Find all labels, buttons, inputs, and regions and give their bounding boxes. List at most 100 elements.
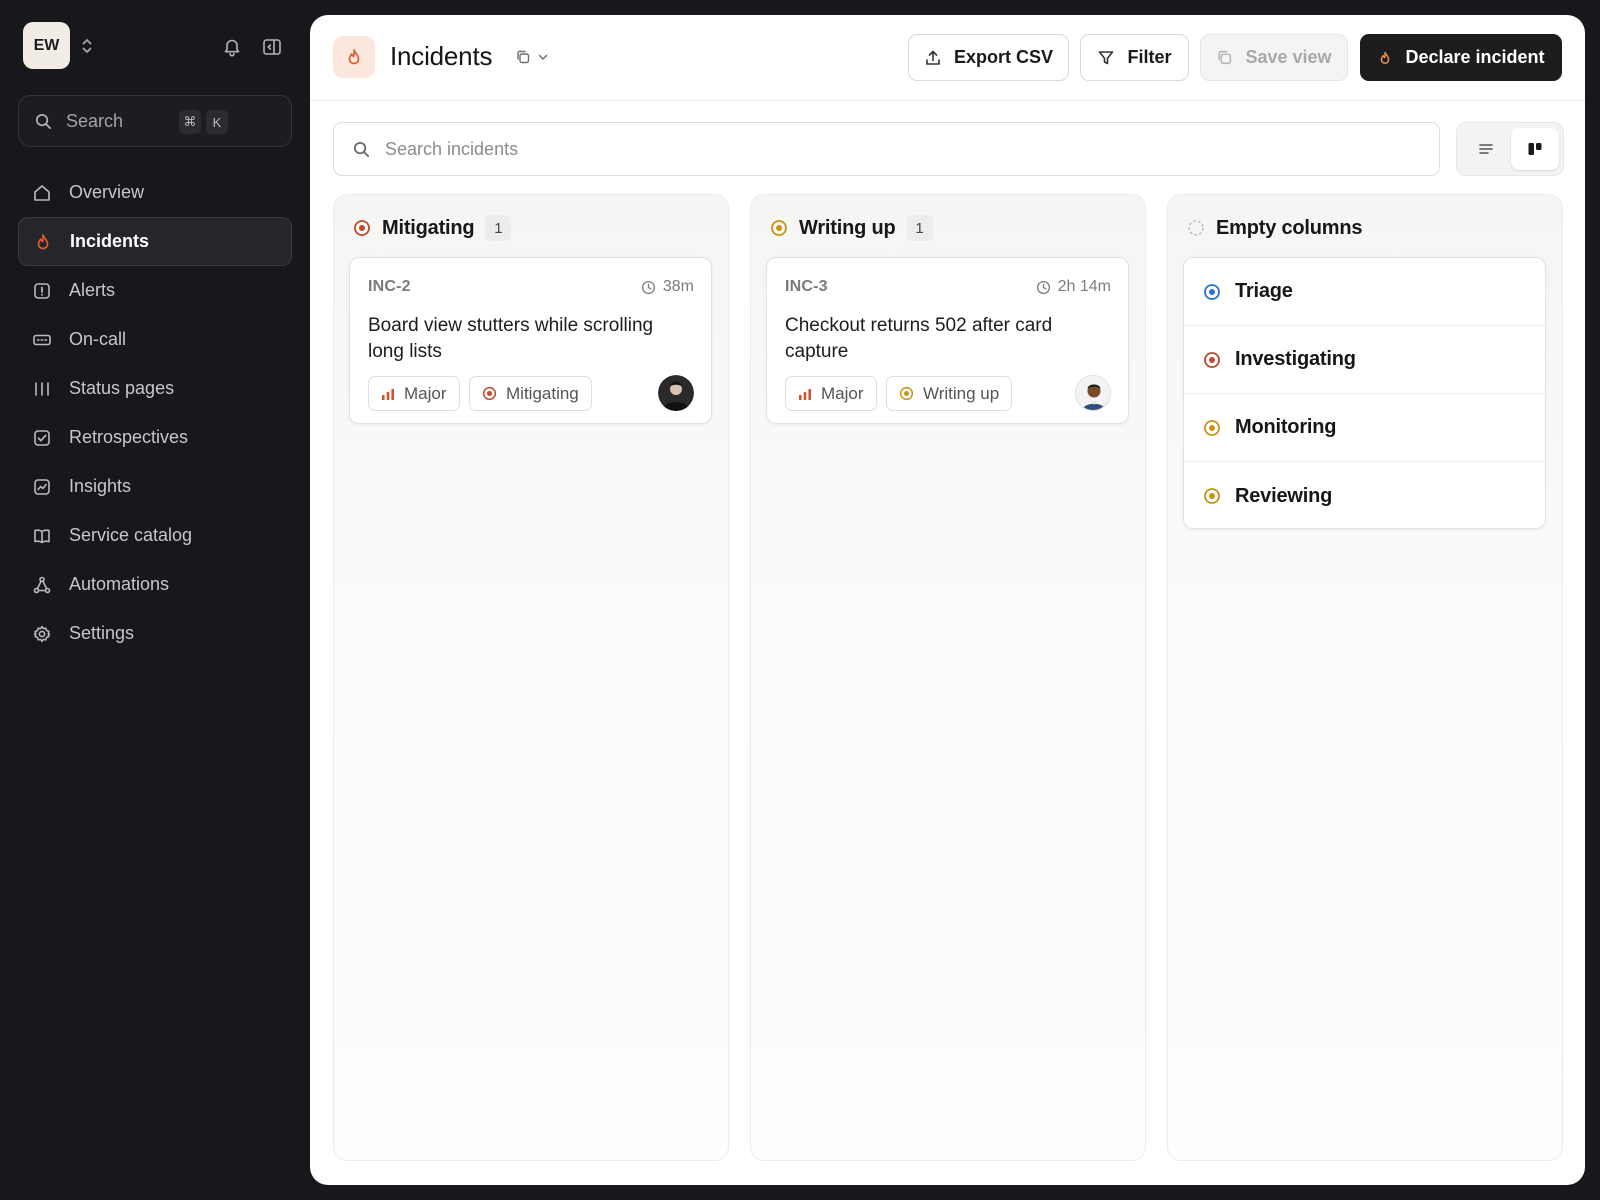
sidebar-item-label: Automations xyxy=(69,574,170,594)
list-icon xyxy=(1477,140,1495,158)
sidebar-item-label: On-call xyxy=(69,329,127,349)
sidebar-item-label: Incidents xyxy=(70,231,150,251)
sidebar-item-service-catalog[interactable]: Service catalog xyxy=(18,511,292,560)
status-badge[interactable]: Mitigating xyxy=(469,376,592,411)
sidebar-item-label: Settings xyxy=(69,623,135,643)
pager-icon xyxy=(32,330,52,350)
duration-text: 38m xyxy=(662,278,694,295)
flame-icon xyxy=(33,232,53,252)
sidebar-item-label: Status pages xyxy=(69,378,175,398)
empty-column-monitoring[interactable]: Monitoring xyxy=(1184,394,1545,462)
column-count: 1 xyxy=(906,215,933,241)
incident-card[interactable]: INC-2 38m Board view stutters while scro… xyxy=(349,257,712,424)
column-header: Empty columns xyxy=(1187,215,1363,241)
incident-duration: 38m xyxy=(641,278,694,296)
assignee-avatar[interactable] xyxy=(1075,375,1111,411)
sidebar-item-automations[interactable]: Automations xyxy=(18,560,292,609)
status-label: Mitigating xyxy=(506,383,579,403)
chart-icon xyxy=(32,477,52,497)
shortcut-mod-key: ⌘ xyxy=(179,110,201,134)
assignee-avatar[interactable] xyxy=(658,375,694,411)
sidebar-item-label: Alerts xyxy=(69,280,116,300)
copy-icon xyxy=(1216,49,1233,66)
status-monitoring-icon xyxy=(1203,419,1221,437)
dashed-circle-icon xyxy=(1187,219,1205,237)
gear-icon xyxy=(32,624,52,644)
sidebar-item-label: Service catalog xyxy=(69,525,193,545)
page-header: Incidents Export CSV Filter Save view De… xyxy=(310,15,1585,101)
declare-incident-button[interactable]: Declare incident xyxy=(1360,34,1562,81)
status-badge[interactable]: Writing up xyxy=(886,376,1013,411)
copy-icon xyxy=(515,49,531,65)
save-view-label: Save view xyxy=(1245,47,1332,67)
home-icon xyxy=(32,183,52,203)
board-column-mitigating: Mitigating 1 INC-2 38m Board view stutte… xyxy=(333,194,729,1161)
sidebar-item-status-pages[interactable]: Status pages xyxy=(18,364,292,413)
empty-columns-list: Triage Investigating Monitoring Reviewin… xyxy=(1183,257,1546,529)
sidebar-item-insights[interactable]: Insights xyxy=(18,462,292,511)
status-bars-icon xyxy=(32,379,52,399)
sidebar-item-label: Overview xyxy=(69,182,145,202)
incident-card[interactable]: INC-3 2h 14m Checkout returns 502 after … xyxy=(766,257,1129,424)
sidebar-item-settings[interactable]: Settings xyxy=(18,609,292,658)
severity-badge[interactable]: Major xyxy=(785,376,877,411)
checkbox-icon xyxy=(32,428,52,448)
flame-icon xyxy=(1377,50,1393,66)
status-writing-up-icon xyxy=(770,219,788,237)
search-icon xyxy=(352,140,371,159)
status-mitigating-icon xyxy=(353,219,371,237)
book-icon xyxy=(32,526,52,546)
upload-icon xyxy=(924,49,942,67)
empty-column-triage[interactable]: Triage xyxy=(1184,258,1545,326)
search-incidents-field[interactable] xyxy=(333,122,1440,176)
sidebar-search[interactable]: Search ⌘ K xyxy=(18,95,292,147)
bell-icon[interactable] xyxy=(222,37,242,57)
flame-icon xyxy=(333,36,375,78)
incident-title: Checkout returns 502 after card capture xyxy=(785,315,1053,362)
export-csv-button[interactable]: Export CSV xyxy=(908,34,1069,81)
list-view-button[interactable] xyxy=(1462,128,1510,170)
shortcut-k-key: K xyxy=(206,110,228,134)
sidebar-collapse-icon[interactable] xyxy=(262,37,282,57)
status-writing-up-icon xyxy=(899,386,914,401)
filter-button[interactable]: Filter xyxy=(1080,34,1189,81)
column-title: Writing up xyxy=(799,216,896,239)
column-header: Writing up 1 xyxy=(770,215,933,241)
search-icon xyxy=(34,112,53,131)
board-view-button[interactable] xyxy=(1511,128,1559,170)
declare-incident-label: Declare incident xyxy=(1405,47,1545,67)
board-column-empty-columns: Empty columns Triage Investigating Monit… xyxy=(1167,194,1563,1161)
page-title: Incidents xyxy=(390,41,493,71)
severity-label: Major xyxy=(821,383,864,403)
sidebar-search-label: Search xyxy=(66,110,124,131)
filter-icon xyxy=(1097,49,1115,67)
save-view-button[interactable]: Save view xyxy=(1200,34,1348,81)
duration-text: 2h 14m xyxy=(1057,278,1111,295)
sidebar-item-incidents[interactable]: Incidents xyxy=(18,217,292,266)
sidebar: EW Search ⌘ K Overview Incidents Alerts xyxy=(0,0,310,1200)
view-options-dropdown[interactable] xyxy=(515,49,549,65)
incident-duration: 2h 14m xyxy=(1036,278,1111,296)
chevron-up-down-icon[interactable] xyxy=(80,37,94,55)
search-incidents-input[interactable] xyxy=(385,138,1285,160)
severity-bars-icon xyxy=(381,387,395,401)
clock-icon xyxy=(1036,280,1051,295)
sidebar-item-alerts[interactable]: Alerts xyxy=(18,266,292,315)
sidebar-item-overview[interactable]: Overview xyxy=(18,168,292,217)
alert-icon xyxy=(32,281,52,301)
empty-column-reviewing[interactable]: Reviewing xyxy=(1184,462,1545,528)
column-title: Empty columns xyxy=(1216,216,1363,239)
column-count: 1 xyxy=(485,215,512,241)
workflow-icon xyxy=(32,575,52,595)
incident-id: INC-2 xyxy=(368,278,411,295)
empty-column-label: Investigating xyxy=(1235,348,1356,370)
severity-bars-icon xyxy=(798,387,812,401)
empty-column-investigating[interactable]: Investigating xyxy=(1184,326,1545,394)
empty-column-label: Monitoring xyxy=(1235,416,1337,438)
sidebar-item-on-call[interactable]: On-call xyxy=(18,315,292,364)
sidebar-item-retrospectives[interactable]: Retrospectives xyxy=(18,413,292,462)
status-reviewing-icon xyxy=(1203,487,1221,505)
severity-badge[interactable]: Major xyxy=(368,376,460,411)
workspace-avatar[interactable]: EW xyxy=(23,22,70,69)
status-investigating-icon xyxy=(1203,351,1221,369)
